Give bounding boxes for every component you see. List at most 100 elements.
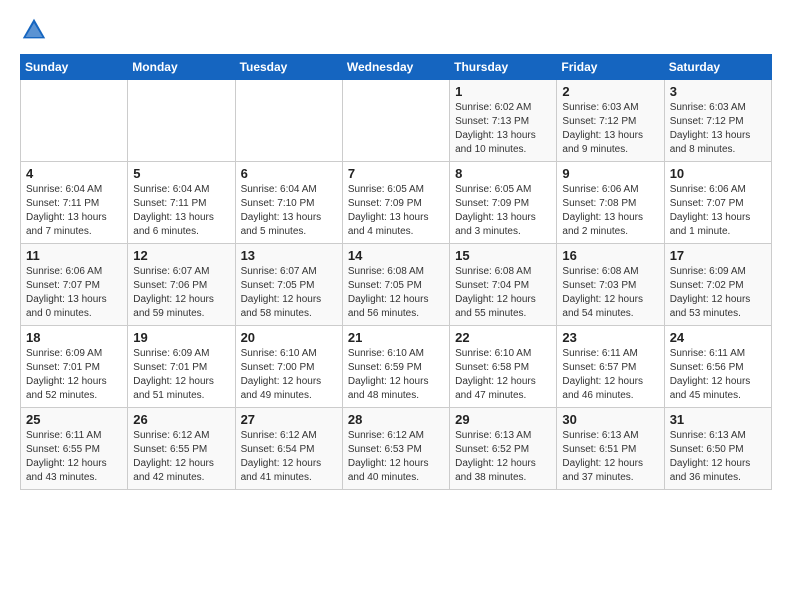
day-info: Sunrise: 6:09 AM Sunset: 7:01 PM Dayligh… bbox=[133, 347, 229, 403]
weekday-header-friday: Friday bbox=[557, 55, 664, 80]
day-number: 20 bbox=[241, 330, 337, 345]
calendar-cell: 13Sunrise: 6:07 AM Sunset: 7:05 PM Dayli… bbox=[235, 244, 342, 326]
day-info: Sunrise: 6:11 AM Sunset: 6:57 PM Dayligh… bbox=[562, 347, 658, 403]
weekday-header-thursday: Thursday bbox=[450, 55, 557, 80]
day-info: Sunrise: 6:13 AM Sunset: 6:51 PM Dayligh… bbox=[562, 429, 658, 485]
calendar-cell: 22 Sunrise: 6:10 AM Sunset: 6:58 PM Dayli… bbox=[450, 326, 557, 408]
day-info: Sunrise: 6:12 AM Sunset: 6:55 PM Dayligh… bbox=[133, 429, 229, 485]
day-info: Sunrise: 6:07 AM Sunset: 7:06 PM Dayligh… bbox=[133, 265, 229, 321]
calendar-cell bbox=[235, 80, 342, 162]
calendar-cell: 28 Sunrise: 6:12 AM Sunset: 6:53 PM Dayli… bbox=[342, 408, 449, 490]
calendar-cell: 3 Sunrise: 6:03 AM Sunset: 7:12 PM Daylig… bbox=[664, 80, 771, 162]
day-info: Sunrise: 6:06 AM Sunset: 7:08 PM Dayligh… bbox=[562, 183, 658, 239]
day-number: 5 bbox=[133, 166, 229, 181]
calendar-body: 1Sunrise: 6:02 AM Sunset: 7:13 PM Daylig… bbox=[21, 80, 772, 490]
calendar-cell: 30 Sunrise: 6:13 AM Sunset: 6:51 PM Dayli… bbox=[557, 408, 664, 490]
calendar-cell: 21 Sunrise: 6:10 AM Sunset: 6:59 PM Dayli… bbox=[342, 326, 449, 408]
calendar-week-4: 25 Sunrise: 6:11 AM Sunset: 6:55 PM Dayli… bbox=[21, 408, 772, 490]
calendar-week-0: 1Sunrise: 6:02 AM Sunset: 7:13 PM Daylig… bbox=[21, 80, 772, 162]
calendar-cell: 5Sunrise: 6:04 AM Sunset: 7:11 PM Daylig… bbox=[128, 162, 235, 244]
day-info: Sunrise: 6:08 AM Sunset: 7:04 PM Dayligh… bbox=[455, 265, 551, 321]
weekday-header-wednesday: Wednesday bbox=[342, 55, 449, 80]
logo-icon bbox=[20, 16, 48, 44]
day-number: 22 bbox=[455, 330, 551, 345]
weekday-row: SundayMondayTuesdayWednesdayThursdayFrid… bbox=[21, 55, 772, 80]
calendar-cell: 2 Sunrise: 6:03 AM Sunset: 7:12 PM Daylig… bbox=[557, 80, 664, 162]
day-info: Sunrise: 6:12 AM Sunset: 6:54 PM Dayligh… bbox=[241, 429, 337, 485]
day-number: 19 bbox=[133, 330, 229, 345]
day-info: Sunrise: 6:10 AM Sunset: 6:59 PM Dayligh… bbox=[348, 347, 444, 403]
day-number: 24 bbox=[670, 330, 766, 345]
calendar-cell: 23 Sunrise: 6:11 AM Sunset: 6:57 PM Dayli… bbox=[557, 326, 664, 408]
day-number: 4 bbox=[26, 166, 122, 181]
calendar-cell: 29 Sunrise: 6:13 AM Sunset: 6:52 PM Dayli… bbox=[450, 408, 557, 490]
calendar-cell: 19 Sunrise: 6:09 AM Sunset: 7:01 PM Dayli… bbox=[128, 326, 235, 408]
calendar-cell: 10Sunrise: 6:06 AM Sunset: 7:07 PM Dayli… bbox=[664, 162, 771, 244]
day-number: 25 bbox=[26, 412, 122, 427]
calendar-cell: 15 Sunrise: 6:08 AM Sunset: 7:04 PM Dayli… bbox=[450, 244, 557, 326]
day-number: 10 bbox=[670, 166, 766, 181]
day-number: 2 bbox=[562, 84, 658, 99]
day-number: 3 bbox=[670, 84, 766, 99]
day-number: 21 bbox=[348, 330, 444, 345]
day-number: 7 bbox=[348, 166, 444, 181]
day-number: 1 bbox=[455, 84, 551, 99]
calendar-cell: 26Sunrise: 6:12 AM Sunset: 6:55 PM Dayli… bbox=[128, 408, 235, 490]
day-number: 31 bbox=[670, 412, 766, 427]
day-number: 17 bbox=[670, 248, 766, 263]
day-number: 8 bbox=[455, 166, 551, 181]
day-number: 15 bbox=[455, 248, 551, 263]
calendar-cell: 24 Sunrise: 6:11 AM Sunset: 6:56 PM Dayli… bbox=[664, 326, 771, 408]
day-info: Sunrise: 6:10 AM Sunset: 6:58 PM Dayligh… bbox=[455, 347, 551, 403]
day-number: 14 bbox=[348, 248, 444, 263]
calendar-cell: 1Sunrise: 6:02 AM Sunset: 7:13 PM Daylig… bbox=[450, 80, 557, 162]
calendar-cell: 20Sunrise: 6:10 AM Sunset: 7:00 PM Dayli… bbox=[235, 326, 342, 408]
calendar-week-2: 11 Sunrise: 6:06 AM Sunset: 7:07 PM Dayli… bbox=[21, 244, 772, 326]
day-info: Sunrise: 6:11 AM Sunset: 6:56 PM Dayligh… bbox=[670, 347, 766, 403]
day-number: 23 bbox=[562, 330, 658, 345]
calendar-week-1: 4 Sunrise: 6:04 AM Sunset: 7:11 PM Daylig… bbox=[21, 162, 772, 244]
day-info: Sunrise: 6:09 AM Sunset: 7:02 PM Dayligh… bbox=[670, 265, 766, 321]
calendar-header: SundayMondayTuesdayWednesdayThursdayFrid… bbox=[21, 55, 772, 80]
calendar-cell: 8 Sunrise: 6:05 AM Sunset: 7:09 PM Daylig… bbox=[450, 162, 557, 244]
day-info: Sunrise: 6:04 AM Sunset: 7:11 PM Dayligh… bbox=[26, 183, 122, 239]
weekday-header-tuesday: Tuesday bbox=[235, 55, 342, 80]
calendar-cell bbox=[21, 80, 128, 162]
day-number: 18 bbox=[26, 330, 122, 345]
day-number: 30 bbox=[562, 412, 658, 427]
day-info: Sunrise: 6:08 AM Sunset: 7:03 PM Dayligh… bbox=[562, 265, 658, 321]
day-info: Sunrise: 6:13 AM Sunset: 6:50 PM Dayligh… bbox=[670, 429, 766, 485]
calendar-cell: 18Sunrise: 6:09 AM Sunset: 7:01 PM Dayli… bbox=[21, 326, 128, 408]
calendar-cell: 16 Sunrise: 6:08 AM Sunset: 7:03 PM Dayli… bbox=[557, 244, 664, 326]
calendar-week-3: 18 Sunrise: 6:09 AM Sunset: 7:01 PM Dayli… bbox=[21, 326, 772, 408]
day-info: Sunrise: 6:12 AM Sunset: 6:53 PM Dayligh… bbox=[348, 429, 444, 485]
calendar-cell: 7 Sunrise: 6:05 AM Sunset: 7:09 PM Daylig… bbox=[342, 162, 449, 244]
day-info: Sunrise: 6:13 AM Sunset: 6:52 PM Dayligh… bbox=[455, 429, 551, 485]
day-number: 28 bbox=[348, 412, 444, 427]
day-number: 13 bbox=[241, 248, 337, 263]
weekday-header-sunday: Sunday bbox=[21, 55, 128, 80]
calendar-cell: 12Sunrise: 6:07 AM Sunset: 7:06 PM Dayli… bbox=[128, 244, 235, 326]
calendar-cell bbox=[342, 80, 449, 162]
calendar-cell: 11 Sunrise: 6:06 AM Sunset: 7:07 PM Dayli… bbox=[21, 244, 128, 326]
day-info: Sunrise: 6:06 AM Sunset: 7:07 PM Dayligh… bbox=[26, 265, 122, 321]
calendar-table: SundayMondayTuesdayWednesdayThursdayFrid… bbox=[20, 54, 772, 490]
day-number: 16 bbox=[562, 248, 658, 263]
calendar-cell: 4 Sunrise: 6:04 AM Sunset: 7:11 PM Daylig… bbox=[21, 162, 128, 244]
day-number: 11 bbox=[26, 248, 122, 263]
weekday-header-saturday: Saturday bbox=[664, 55, 771, 80]
day-info: Sunrise: 6:11 AM Sunset: 6:55 PM Dayligh… bbox=[26, 429, 122, 485]
calendar-cell: 31 Sunrise: 6:13 AM Sunset: 6:50 PM Dayli… bbox=[664, 408, 771, 490]
day-info: Sunrise: 6:05 AM Sunset: 7:09 PM Dayligh… bbox=[455, 183, 551, 239]
calendar-cell: 17 Sunrise: 6:09 AM Sunset: 7:02 PM Dayli… bbox=[664, 244, 771, 326]
day-info: Sunrise: 6:03 AM Sunset: 7:12 PM Dayligh… bbox=[670, 101, 766, 157]
page-header bbox=[20, 16, 772, 44]
day-number: 6 bbox=[241, 166, 337, 181]
day-info: Sunrise: 6:05 AM Sunset: 7:09 PM Dayligh… bbox=[348, 183, 444, 239]
day-info: Sunrise: 6:08 AM Sunset: 7:05 PM Dayligh… bbox=[348, 265, 444, 321]
day-number: 29 bbox=[455, 412, 551, 427]
calendar-cell bbox=[128, 80, 235, 162]
day-number: 9 bbox=[562, 166, 658, 181]
day-info: Sunrise: 6:03 AM Sunset: 7:12 PM Dayligh… bbox=[562, 101, 658, 157]
calendar-cell: 25 Sunrise: 6:11 AM Sunset: 6:55 PM Dayli… bbox=[21, 408, 128, 490]
